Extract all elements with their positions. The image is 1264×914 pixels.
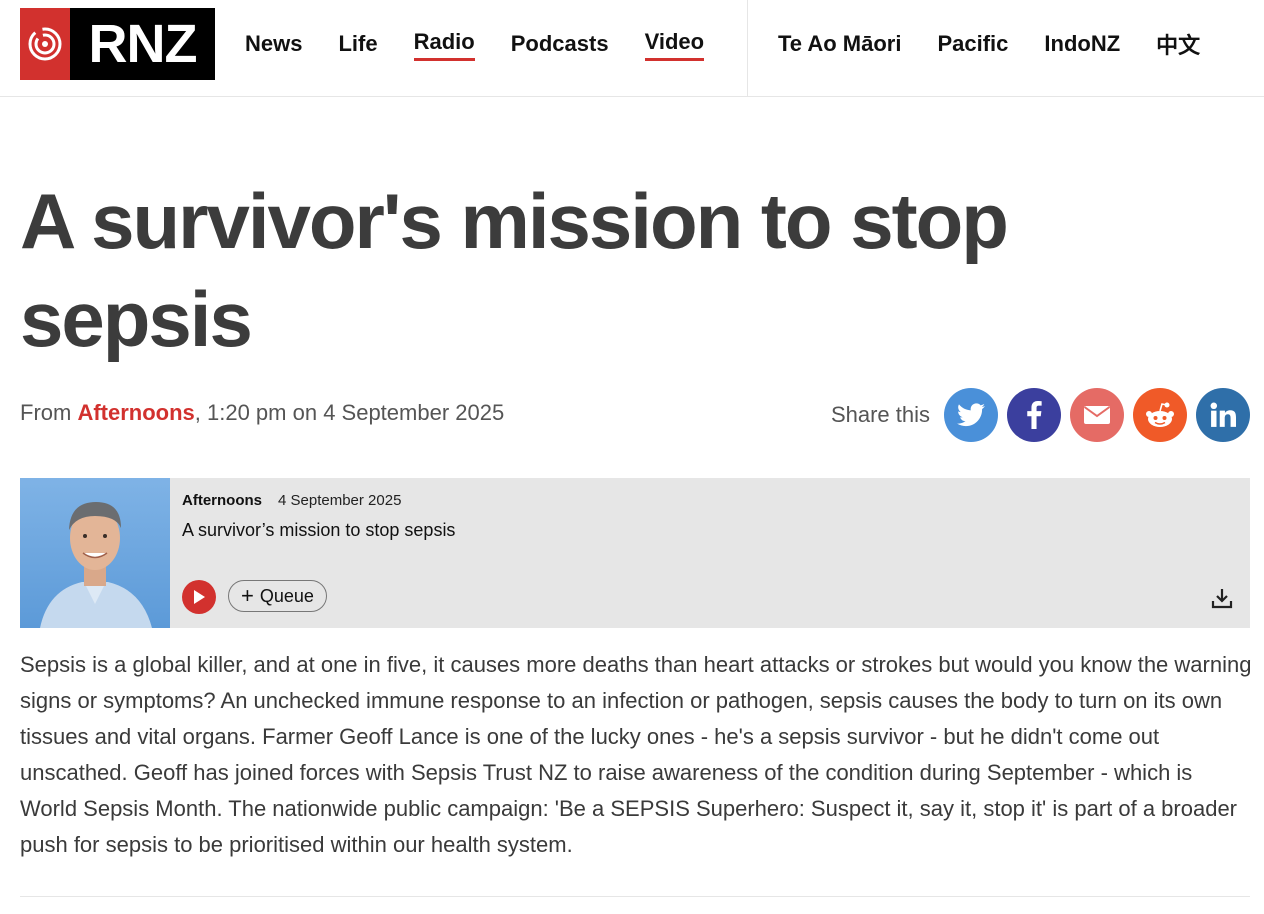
logo-text: RNZ [70,8,215,80]
meta-from: From [20,400,78,425]
site-header: RNZ News Life Radio Podcasts Video Te Ao… [0,0,1264,97]
share-linkedin-button[interactable] [1196,388,1250,442]
rnz-logo-mark-icon [20,8,70,80]
nav-indonz[interactable]: IndoNZ [1044,31,1120,60]
share-twitter-button[interactable] [944,388,998,442]
nav-chinese[interactable]: 中文 [1156,28,1200,63]
meta-time: , 1:20 pm on 4 September 2025 [194,400,505,425]
email-icon [1083,406,1111,424]
queue-button[interactable]: + Queue [228,580,327,612]
meta-program-link[interactable]: Afternoons [77,400,194,425]
rnz-logo[interactable]: RNZ [20,8,215,80]
share-facebook-button[interactable] [1007,388,1061,442]
reddit-icon [1146,402,1174,427]
presenter-photo [20,478,170,628]
nav-life[interactable]: Life [338,31,377,60]
nav-te-ao-maori[interactable]: Te Ao Māori [778,31,901,60]
nav-video[interactable]: Video [644,29,705,61]
plus-icon: + [241,583,254,608]
download-icon [1211,589,1233,609]
article-summary: Sepsis is a global killer, and at one in… [20,652,1252,857]
share-label: Share this [830,402,930,427]
nav-news[interactable]: News [245,31,302,60]
twitter-icon [957,403,985,427]
nav-pacific[interactable]: Pacific [937,31,1008,60]
nav-divider [747,0,748,96]
article-meta: From Afternoons, 1:20 pm on 4 September … [20,400,504,426]
secondary-nav: Te Ao Māori Pacific IndoNZ 中文 [778,0,1236,90]
download-button[interactable] [1210,586,1234,610]
nav-radio[interactable]: Radio [413,29,475,61]
section-divider [20,896,1250,897]
card-date: 4 September 2025 [278,492,402,509]
card-title[interactable]: A survivor’s mission to stop sepsis [182,520,455,541]
card-program[interactable]: Afternoons [182,492,262,509]
primary-nav: News Life Radio Podcasts Video [245,0,740,90]
article-title: A survivor's mission to stop sepsis [20,177,1009,363]
share-email-button[interactable] [1070,388,1124,442]
queue-label: Queue [259,585,314,606]
facebook-icon [1027,401,1042,429]
play-icon [194,590,205,604]
play-button[interactable] [182,580,216,614]
nav-podcasts[interactable]: Podcasts [511,31,609,60]
share-bar: Share this [831,388,1250,442]
share-reddit-button[interactable] [1133,388,1187,442]
audio-player-card: Afternoons 4 September 2025 A survivor’s… [20,478,1250,628]
linkedin-icon [1210,402,1236,427]
